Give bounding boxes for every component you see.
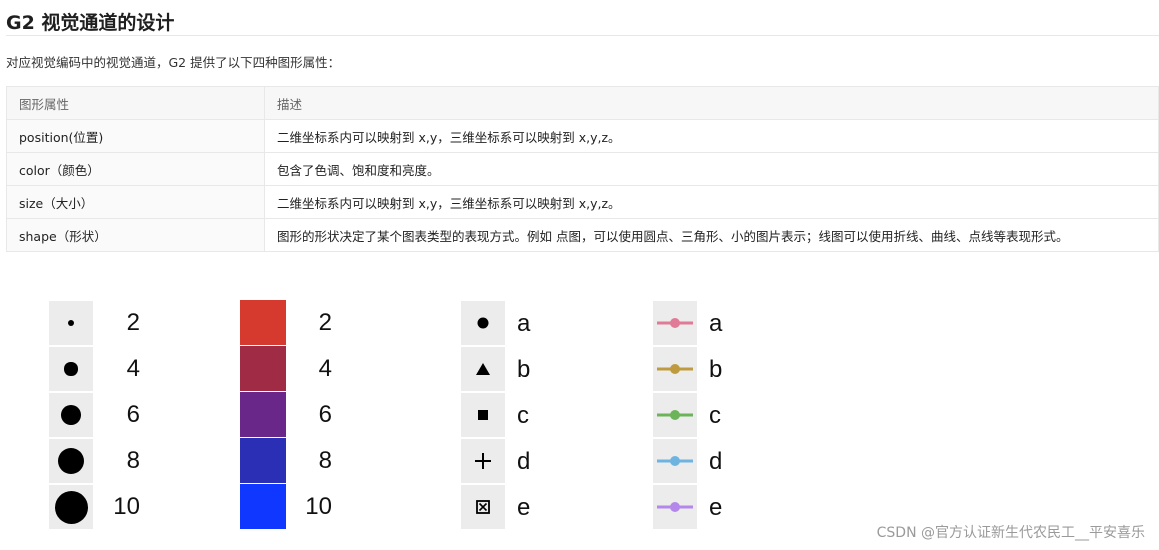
square-icon [478,410,488,420]
color-legend-swatch [240,300,286,345]
shape-legend-swatch [461,347,505,391]
circle-icon [477,317,489,329]
header-description: 描述 [264,86,1159,120]
shape-legend-label: c [517,402,529,429]
desc-cell: 二维坐标系内可以映射到 x,y，三维坐标系可以映射到 x,y,z。 [264,119,1159,153]
size-legend-label: 2 [126,309,140,336]
size-dot-icon [54,490,88,524]
boxed-x-icon [476,500,490,514]
color-legend-label: 6 [318,401,332,428]
triangle-icon [476,363,490,375]
line-point-icon [657,456,693,466]
size-legend-label: 6 [126,401,140,428]
color-legend-label: 4 [318,355,332,382]
line-point-icon [657,364,693,374]
table-row: size（大小） 二维坐标系内可以映射到 x,y，三维坐标系可以映射到 x,y,… [6,185,1159,219]
size-legend-label: 8 [126,447,140,474]
size-dot-icon [67,319,75,327]
line-legend-swatch [653,439,697,483]
shape-legend-label: e [517,494,531,521]
shape-legend-label: b [517,356,531,383]
line-legend-swatch [653,485,697,529]
table-row: position(位置) 二维坐标系内可以映射到 x,y，三维坐标系可以映射到 … [6,119,1159,153]
attr-cell: size（大小） [6,185,265,219]
size-legend-label: 4 [126,355,140,382]
shape-legend-swatch [461,439,505,483]
line-point-icon [657,318,693,328]
shape-legend-swatch [461,485,505,529]
size-legend-swatch [49,439,93,483]
color-legend-swatch [240,484,286,529]
page-title: G2 视觉通道的设计 [6,12,175,34]
color-legend-swatch [240,346,286,391]
header-attribute: 图形属性 [6,86,265,120]
size-legend-swatch [49,393,93,437]
legend-figure: 2 4 6 8 10 2 4 6 8 10 a b c d e a b c d … [0,299,1159,539]
attribute-table: 图形属性 描述 position(位置) 二维坐标系内可以映射到 x,y，三维坐… [6,86,1159,252]
size-legend-swatch [49,301,93,345]
line-legend-label: a [709,310,723,337]
color-legend-label: 8 [318,447,332,474]
line-legend-swatch [653,393,697,437]
size-legend-swatch [49,347,93,391]
table-row: shape（形状） 图形的形状决定了某个图表类型的表现方式。例如 点图，可以使用… [6,218,1159,252]
size-legend-swatch [49,485,93,529]
shape-legend-swatch [461,393,505,437]
color-legend-swatch [240,392,286,437]
line-legend-label: c [709,402,721,429]
color-legend-label: 2 [318,309,332,336]
desc-cell: 二维坐标系内可以映射到 x,y，三维坐标系可以映射到 x,y,z。 [264,185,1159,219]
plus-icon [475,453,491,469]
watermark: CSDN @官方认证新生代农民工__平安喜乐 [876,525,1145,541]
line-point-icon [657,410,693,420]
line-point-icon [657,502,693,512]
line-legend-label: e [709,494,723,521]
shape-legend-label: d [517,448,531,475]
shape-legend-swatch [461,301,505,345]
shape-legend-label: a [517,310,531,337]
intro-paragraph: 对应视觉编码中的视觉通道，G2 提供了以下四种图形属性： [6,55,341,70]
table-row: color（颜色） 包含了色调、饱和度和亮度。 [6,152,1159,186]
size-dot-icon [57,447,85,475]
attr-cell: color（颜色） [6,152,265,186]
desc-cell: 图形的形状决定了某个图表类型的表现方式。例如 点图，可以使用圆点、三角形、小的图… [264,218,1159,252]
line-legend-swatch [653,301,697,345]
attr-cell: position(位置) [6,119,265,153]
color-legend-label: 10 [305,493,332,520]
desc-cell: 包含了色调、饱和度和亮度。 [264,152,1159,186]
size-dot-icon [64,362,78,376]
size-dot-icon [61,405,81,425]
line-legend-label: d [709,448,723,475]
line-legend-swatch [653,347,697,391]
line-legend-label: b [709,356,723,383]
size-legend-label: 10 [113,493,140,520]
title-divider [6,35,1159,36]
attr-cell: shape（形状） [6,218,265,252]
color-legend-swatch [240,438,286,483]
table-header-row: 图形属性 描述 [6,86,1159,120]
